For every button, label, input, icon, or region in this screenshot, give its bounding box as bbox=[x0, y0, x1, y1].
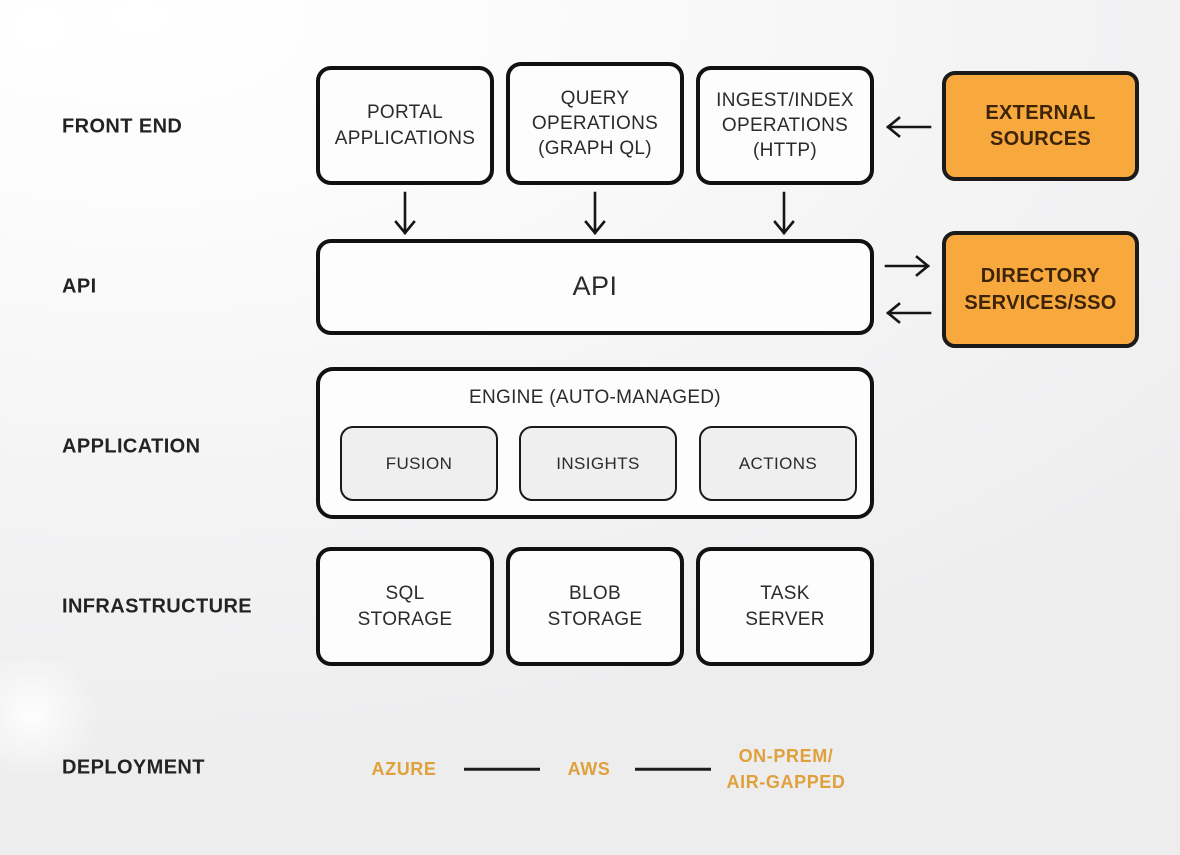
node-insights-label: INSIGHTS bbox=[556, 453, 640, 473]
deployment-option-on-prem-air-gapped-line-2: AIR-GAPPED bbox=[726, 772, 846, 792]
node-task-server[interactable]: TASK SERVER bbox=[696, 547, 874, 666]
row-label-api: API bbox=[62, 275, 97, 298]
row-label-front-end: FRONT END bbox=[62, 115, 183, 138]
node-fusion-label: FUSION bbox=[385, 453, 453, 473]
node-external-sources-line-1: EXTERNAL bbox=[985, 101, 1096, 124]
deployment-option-azure[interactable]: AZURE bbox=[372, 756, 437, 782]
node-api-bar-label: API bbox=[572, 271, 618, 302]
node-sql-storage-line-1: SQL bbox=[385, 583, 425, 605]
engine-title: ENGINE (AUTO-MANAGED) bbox=[469, 387, 721, 408]
node-portal-applications[interactable]: PORTAL APPLICATIONS bbox=[316, 66, 494, 185]
node-blob-storage-line-2: STORAGE bbox=[547, 608, 643, 630]
node-sql-storage[interactable]: SQL STORAGE bbox=[316, 547, 494, 666]
node-actions[interactable]: ACTIONS bbox=[699, 426, 857, 501]
node-query-operations[interactable]: QUERY OPERATIONS (GRAPH QL) bbox=[506, 62, 684, 185]
arrow-portal-to-api bbox=[392, 191, 418, 236]
background-highlight-top-left bbox=[0, 0, 150, 110]
deployment-connector-azure-aws bbox=[464, 767, 540, 771]
node-task-server-line-1: TASK bbox=[760, 583, 810, 605]
node-insights[interactable]: INSIGHTS bbox=[519, 426, 677, 501]
node-directory-services-sso-line-2: SERVICES/SSO bbox=[964, 291, 1117, 314]
node-api-bar[interactable]: API bbox=[316, 239, 874, 335]
arrow-ingest-to-api bbox=[771, 191, 797, 236]
deployment-option-on-prem-air-gapped-line-1: ON-PREM/ bbox=[738, 745, 834, 766]
node-blob-storage[interactable]: BLOB STORAGE bbox=[506, 547, 684, 666]
node-ingest-index-operations[interactable]: INGEST/INDEX OPERATIONS (HTTP) bbox=[696, 66, 874, 185]
deployment-connector-aws-onprem bbox=[635, 767, 711, 771]
node-sql-storage-line-2: STORAGE bbox=[357, 608, 453, 630]
node-portal-applications-line-1: PORTAL bbox=[366, 102, 444, 124]
node-ingest-index-operations-line-3: (HTTP) bbox=[752, 140, 818, 162]
node-external-sources-line-2: SOURCES bbox=[989, 128, 1091, 150]
deployment-option-aws[interactable]: AWS bbox=[568, 756, 611, 782]
row-label-deployment: DEPLOYMENT bbox=[62, 756, 205, 779]
deployment-option-on-prem-air-gapped[interactable]: ON-PREM/ AIR-GAPPED bbox=[726, 743, 845, 795]
deployment-option-aws-line-1: AWS bbox=[567, 758, 611, 779]
architecture-diagram: FRONT END API APPLICATION INFRASTRUCTURE… bbox=[0, 0, 1180, 855]
node-query-operations-line-1: QUERY bbox=[560, 87, 630, 109]
node-fusion[interactable]: FUSION bbox=[340, 426, 498, 501]
arrow-query-to-api bbox=[582, 191, 608, 236]
node-actions-label: ACTIONS bbox=[738, 453, 818, 473]
node-query-operations-line-3: (GRAPH QL) bbox=[538, 138, 652, 160]
row-label-infrastructure: INFRASTRUCTURE bbox=[62, 595, 253, 618]
node-external-sources[interactable]: EXTERNAL SOURCES bbox=[942, 71, 1139, 181]
node-engine[interactable]: ENGINE (AUTO-MANAGED) FUSION INSIGHTS AC… bbox=[316, 367, 874, 519]
arrow-external-sources-to-ingest bbox=[884, 115, 932, 139]
node-ingest-index-operations-line-1: INGEST/INDEX bbox=[716, 89, 854, 111]
node-ingest-index-operations-line-2: OPERATIONS bbox=[721, 114, 849, 136]
deployment-option-azure-line-1: AZURE bbox=[371, 758, 437, 779]
node-blob-storage-line-1: BLOB bbox=[569, 583, 621, 605]
node-query-operations-line-2: OPERATIONS bbox=[531, 112, 659, 134]
node-portal-applications-line-2: APPLICATIONS bbox=[334, 127, 476, 149]
row-label-application: APPLICATION bbox=[62, 435, 201, 458]
node-directory-services-sso-line-1: DIRECTORY bbox=[980, 265, 1101, 288]
node-task-server-line-2: SERVER bbox=[745, 608, 825, 630]
arrow-api-to-directory bbox=[884, 254, 932, 278]
node-directory-services-sso[interactable]: DIRECTORY SERVICES/SSO bbox=[942, 231, 1139, 348]
arrow-directory-to-api bbox=[884, 301, 932, 325]
